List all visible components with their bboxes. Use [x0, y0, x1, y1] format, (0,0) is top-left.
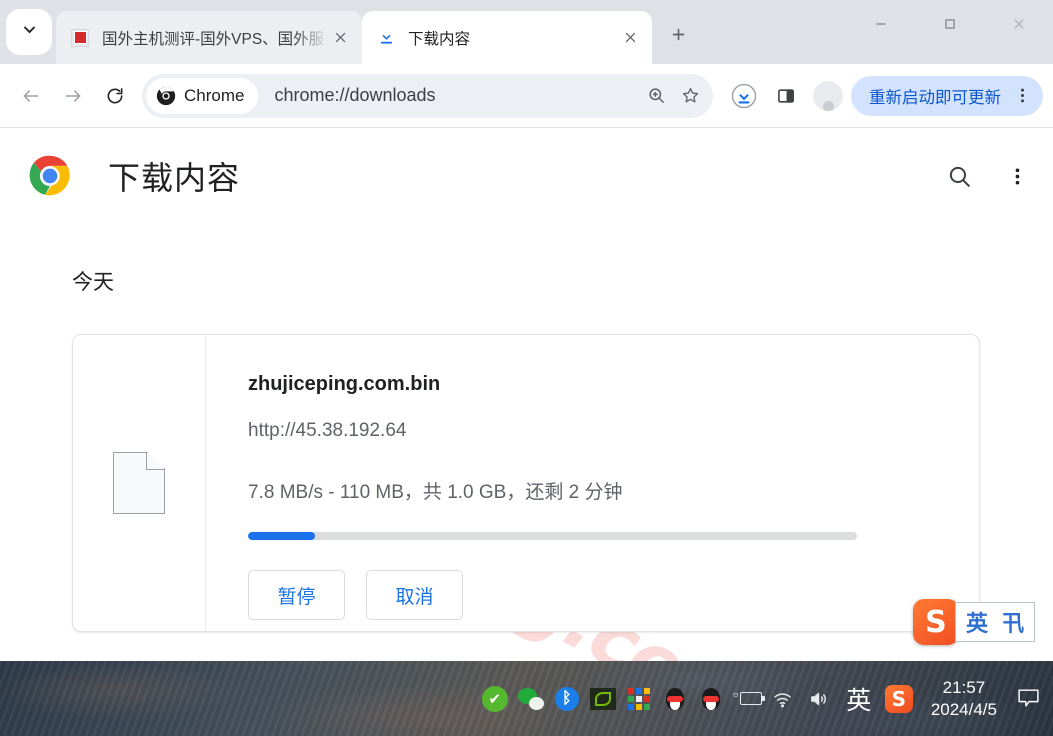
downloads-content: 今天 zhujiceping.com.bin http://45.38.192.… — [0, 266, 1053, 632]
chrome-chip[interactable]: Chrome — [146, 77, 259, 114]
plus-icon — [670, 26, 687, 48]
qq-icon[interactable] — [657, 679, 693, 719]
windows-taskbar: ✔ ᛒ 英 S 21:57 2024/4/5 — [0, 661, 1053, 736]
ime-label: 英 — [846, 686, 872, 715]
volume-icon[interactable] — [801, 679, 837, 719]
side-panel-button[interactable] — [765, 75, 807, 117]
reload-button[interactable] — [94, 75, 136, 117]
ime-mode-label[interactable]: 英 — [966, 606, 988, 638]
chrome-chip-label: Chrome — [184, 85, 245, 105]
forward-button[interactable] — [52, 75, 94, 117]
taskbar-clock[interactable]: 21:57 2024/4/5 — [917, 677, 1011, 720]
url-text[interactable]: chrome://downloads — [258, 85, 639, 106]
downloads-header-actions — [945, 162, 1031, 190]
new-tab-button[interactable] — [658, 17, 698, 57]
minimize-button[interactable] — [846, 0, 915, 47]
tab-title: 下载内容 — [408, 30, 471, 48]
clock-time: 21:57 — [942, 678, 986, 698]
sogou-logo-icon[interactable]: S — [912, 599, 959, 645]
chrome-logo-icon — [28, 154, 72, 198]
download-progress-bar — [248, 532, 857, 540]
chrome-logo-icon — [156, 86, 176, 106]
qq-icon-2[interactable] — [693, 679, 729, 719]
pause-button[interactable]: 暂停 — [248, 570, 345, 620]
browser-window: 国外主机测评-国外VPS、国外服务器 下载内容 — [0, 0, 1053, 736]
shield-check-icon[interactable]: ✔ — [477, 679, 513, 719]
profile-avatar[interactable] — [813, 80, 843, 111]
sogou-tray-icon[interactable]: S — [881, 679, 917, 719]
tab-search-button[interactable] — [6, 9, 52, 55]
file-icon-area — [73, 335, 206, 631]
download-details: zhujiceping.com.bin http://45.38.192.64 … — [206, 335, 979, 631]
battery-charging-icon[interactable] — [729, 679, 765, 719]
tab-downloads[interactable]: 下载内容 — [362, 11, 652, 64]
download-status-text: 7.8 MB/s - 110 MB，共 1.0 GB，还剩 2 分钟 — [248, 482, 623, 503]
wechat-icon[interactable] — [513, 679, 549, 719]
browser-toolbar: Chrome chrome://downloads 重新启动即可更新 — [0, 64, 1053, 128]
update-button-label: 重新启动即可更新 — [869, 88, 1001, 107]
zoom-search-icon[interactable] — [639, 79, 673, 113]
ime-indicator[interactable]: 英 — [837, 679, 881, 719]
three-dot-menu-icon[interactable] — [1003, 162, 1031, 190]
notification-bubble-icon[interactable] — [1011, 679, 1045, 719]
maximize-button[interactable] — [915, 0, 984, 47]
ime-floating-bar[interactable]: S 英 卂 — [912, 599, 1035, 645]
downloads-page: zhujiceping.com 下载内容 — [0, 128, 1053, 661]
cancel-button[interactable]: 取消 — [366, 570, 463, 620]
download-source-url: http://45.38.192.64 — [248, 420, 407, 441]
tab-strip: 国外主机测评-国外VPS、国外服务器 下载内容 — [0, 0, 1053, 64]
download-icon — [376, 28, 396, 48]
address-bar[interactable]: Chrome chrome://downloads — [142, 73, 713, 118]
search-icon[interactable] — [945, 162, 973, 190]
download-item-card[interactable]: zhujiceping.com.bin http://45.38.192.64 … — [72, 334, 980, 632]
wifi-icon[interactable] — [765, 679, 801, 719]
tab-background[interactable]: 国外主机测评-国外VPS、国外服务器 — [56, 11, 362, 64]
download-progress-fill — [248, 532, 315, 540]
clock-date: 2024/4/5 — [930, 699, 997, 719]
ime-status-panel[interactable]: 英 卂 — [954, 602, 1035, 642]
download-file-name[interactable]: zhujiceping.com.bin — [248, 373, 949, 396]
update-button[interactable]: 重新启动即可更新 — [851, 75, 1043, 116]
back-button[interactable] — [10, 75, 52, 117]
tab-title: 国外主机测评-国外VPS、国外服务器 — [102, 30, 328, 48]
chevron-down-icon — [22, 22, 37, 42]
window-controls — [846, 0, 1053, 64]
colored-grid-icon[interactable] — [621, 679, 657, 719]
system-tray: ✔ ᛒ 英 S 21:57 2024/4/5 — [477, 677, 1053, 720]
nvidia-icon[interactable] — [585, 679, 621, 719]
downloads-button[interactable] — [723, 75, 765, 117]
bluetooth-icon[interactable]: ᛒ — [549, 679, 585, 719]
group-label-today: 今天 — [72, 271, 114, 294]
sogou-label: S — [884, 684, 913, 713]
downloads-page-header: 下载内容 — [0, 128, 1053, 224]
tab-close-button[interactable] — [328, 26, 352, 50]
close-button[interactable] — [984, 0, 1053, 47]
ime-panel-label[interactable]: 卂 — [1002, 606, 1024, 638]
download-actions: 暂停 取消 — [248, 570, 949, 620]
page-title: 下载内容 — [108, 160, 241, 196]
tab-close-button[interactable] — [618, 26, 642, 50]
star-icon[interactable] — [673, 79, 707, 113]
three-dot-menu-icon[interactable] — [1007, 81, 1037, 111]
generic-file-icon — [113, 452, 165, 514]
seal-favicon — [70, 28, 90, 48]
